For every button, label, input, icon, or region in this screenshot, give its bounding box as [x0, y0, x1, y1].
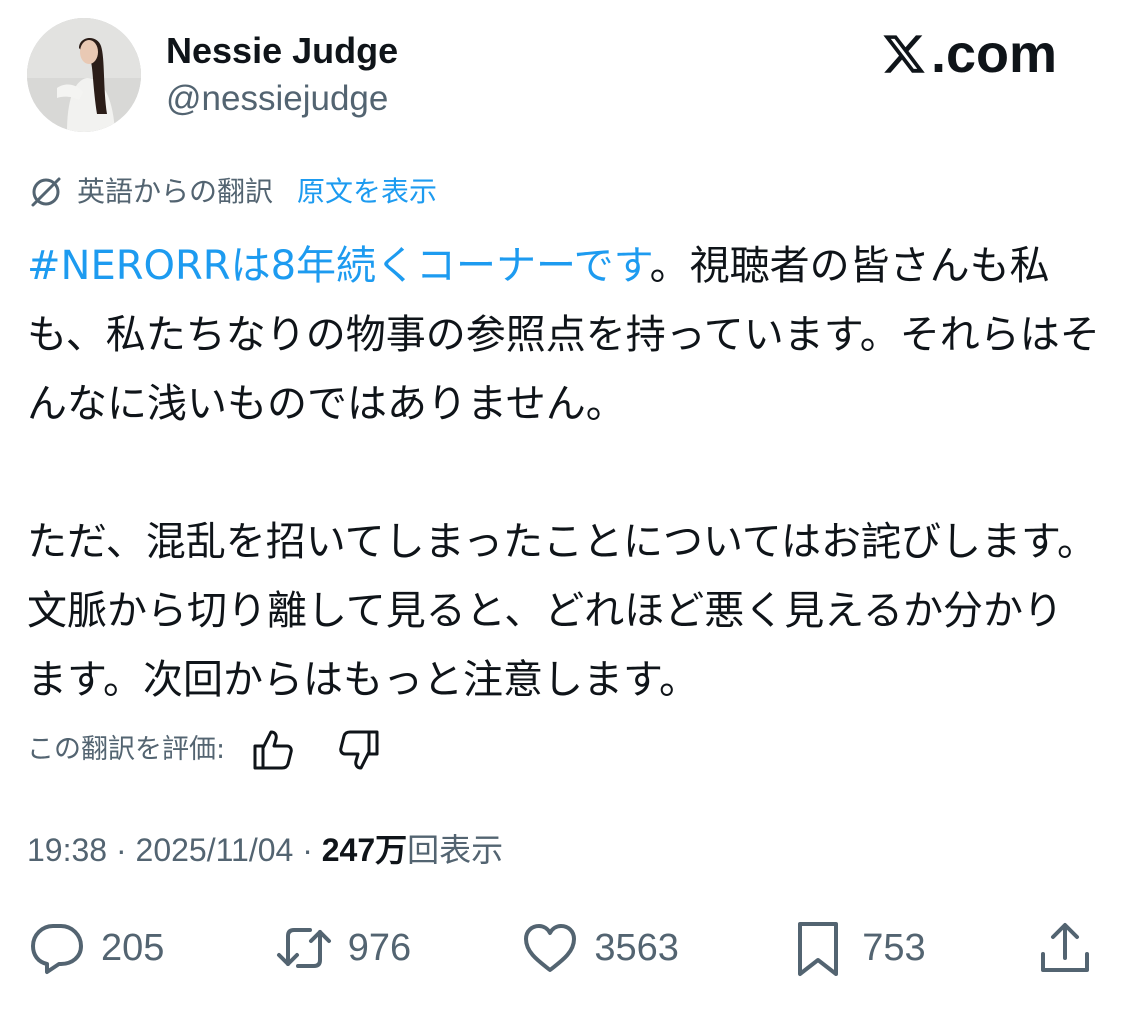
translation-label: 英語からの翻訳 [77, 175, 274, 208]
brand-logo: .com [881, 24, 1057, 84]
tweet-body-text: 。視聴者の皆さんも私も、私たちなりの物事の参照点を持っています。それらはそんなに… [27, 243, 1100, 703]
translate-icon [27, 173, 65, 211]
bookmark-button[interactable]: 753 [788, 918, 926, 978]
rate-translation: この翻訳を評価: [27, 725, 383, 775]
bookmark-count: 753 [862, 927, 926, 969]
show-original-link[interactable]: 原文を表示 [297, 172, 437, 212]
tweet-time[interactable]: 19:38 [27, 832, 107, 868]
thumbs-up-icon [253, 730, 293, 770]
user-handle[interactable]: @nessiejudge [166, 79, 388, 119]
repost-icon [276, 928, 331, 968]
rate-label: この翻訳を評価: [27, 734, 226, 765]
share-button[interactable] [1035, 918, 1095, 978]
thumbs-down-icon [339, 730, 379, 770]
tweet-date[interactable]: 2025/11/04 [136, 832, 294, 868]
brand-suffix: .com [930, 24, 1057, 84]
heart-icon [524, 924, 577, 972]
thumbs-up-button[interactable] [249, 726, 297, 774]
repost-count: 976 [347, 927, 412, 969]
thumbs-down-button[interactable] [335, 726, 383, 774]
like-count: 3563 [594, 927, 679, 969]
avatar[interactable] [27, 18, 141, 132]
tweet-meta: 19:38 · 2025/11/04 · 247万回表示 [27, 828, 503, 872]
display-name[interactable]: Nessie Judge [166, 30, 398, 72]
meta-separator: · [293, 832, 322, 868]
meta-separator: · [107, 832, 136, 868]
hashtag-link[interactable]: #NERORRは8年続くコーナーです [27, 243, 650, 289]
tweet-text: #NERORRは8年続くコーナーです。視聴者の皆さんも私も、私たちなりの物事の参… [27, 232, 1102, 715]
reply-button[interactable]: 205 [27, 918, 164, 978]
views-label: 回表示 [407, 832, 504, 868]
share-icon [1040, 923, 1089, 972]
reply-count: 205 [101, 927, 165, 969]
like-button[interactable]: 3563 [520, 918, 679, 978]
bookmark-icon [798, 922, 839, 976]
reply-icon [31, 924, 83, 974]
repost-button[interactable]: 976 [274, 918, 411, 978]
x-logo-icon [883, 35, 925, 73]
views-count: 247万 [321, 832, 408, 868]
avatar-image [27, 18, 141, 132]
action-bar: 205 976 3563 753 [27, 912, 1095, 984]
translation-notice: 英語からの翻訳 原文を表示 [27, 172, 437, 212]
